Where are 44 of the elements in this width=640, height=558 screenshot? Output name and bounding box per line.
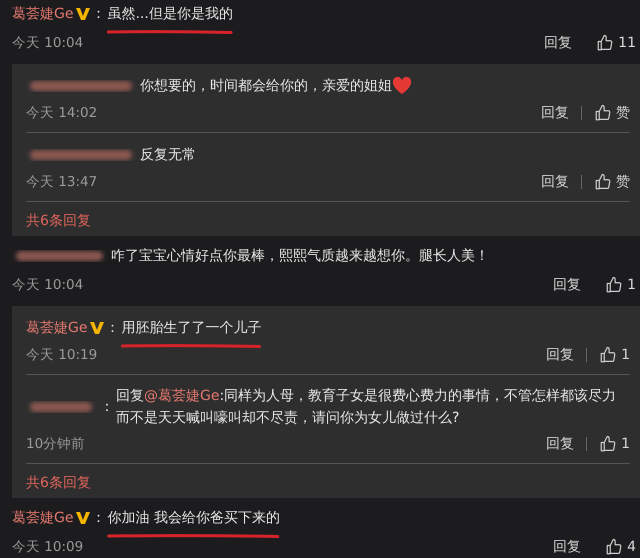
reply-link[interactable]: 回复 [553,276,582,294]
reply-link[interactable]: 回复 [541,173,569,191]
author-name[interactable]: 葛荟婕Ge [26,317,88,339]
comment-time: 今天 10:09 [12,538,84,556]
comment-text: 反复无常 [140,146,196,165]
reply-time: 今天 13:47 [26,173,98,191]
thumbs-up-icon [599,346,618,364]
thumbs-up-icon [605,538,624,556]
comment-text: 用胚胎生了了一个儿子 [121,317,262,339]
author-name[interactable]: 葛荟婕Ge [12,507,74,529]
like-button[interactable]: 1 [599,435,630,453]
colon: ： [105,319,120,338]
like-button[interactable]: 4 [605,538,636,556]
author-name[interactable]: 葛荟婕Ge [12,3,74,25]
comment-text: 虽然...但是你是我的 [107,3,233,25]
colon: ： [91,509,106,528]
like-button[interactable]: 11 [596,34,636,52]
reply-time: 今天 10:19 [26,346,98,364]
comment-text: 咋了宝宝心情好点你最棒，熙熙气质越来越想你。腿长人美！ [111,247,489,266]
colon: ： [100,398,114,417]
reply-link[interactable]: 回复 [541,104,569,122]
thumbs-up-icon [599,435,618,453]
like-button[interactable]: 1 [599,346,630,364]
comment-text: 你加油 我会给你爸买下来的 [107,507,280,529]
comment-time: 今天 10:04 [12,276,84,294]
comment-text: 回复@葛荟婕Ge:同样为人母，教育子女是很费心费力的事情，不管怎样都该尽力而不是天天喊叫嚎叫却不尽责，请问你为女儿做过什么? [116,387,618,428]
reply-link[interactable]: 回复 [553,538,582,556]
thumbs-up-icon [594,104,612,122]
like-button[interactable]: 赞 [594,173,630,191]
reply-time: 10分钟前 [26,435,86,453]
thumbs-up-icon [594,173,612,191]
more-replies-link[interactable]: 共6条回复 [26,464,630,492]
like-button[interactable]: 1 [605,276,636,294]
like-button[interactable]: 赞 [594,104,630,122]
colon: ： [91,5,106,24]
thumbs-up-icon [596,34,614,52]
reply-link[interactable]: 回复 [544,34,572,52]
thumbs-up-icon [605,276,624,294]
comment-text: 你想要的，时间都会给你的，亲爱的姐姐 [140,77,392,96]
more-replies-link[interactable]: 共6条回复 [26,202,630,230]
comment-time: 今天 10:04 [12,34,84,52]
reply-time: 今天 14:02 [26,104,98,122]
reply-link[interactable]: 回复 [546,346,574,364]
reply-link[interactable]: 回复 [546,435,574,453]
